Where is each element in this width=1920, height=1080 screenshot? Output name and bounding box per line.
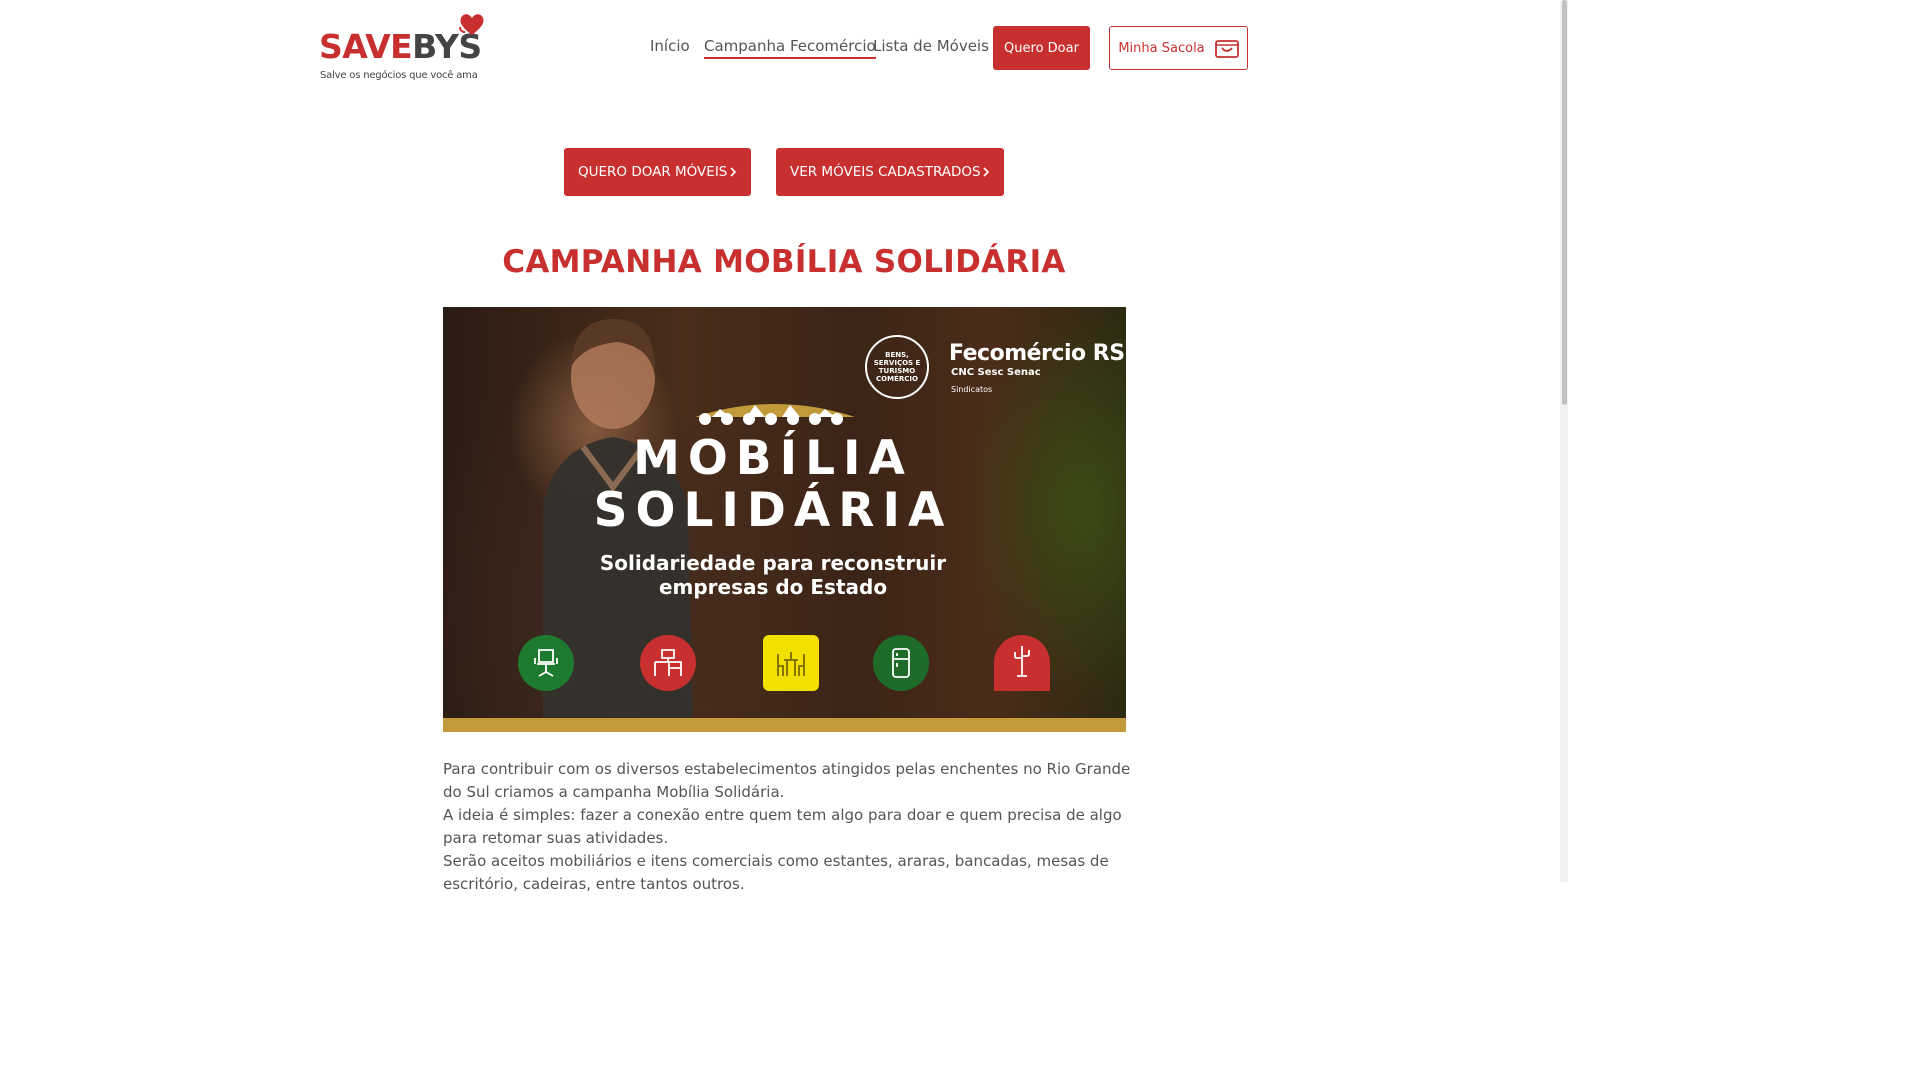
- description-paragraph-2: A ideia é simples: fazer a conexão entre…: [443, 806, 1122, 847]
- description-paragraph-3: Serão aceitos mobiliários e itens comerc…: [443, 852, 1109, 893]
- fecomercio-logo: Fecomércio RS: [949, 341, 1125, 366]
- minha-sacola-label: Minha Sacola: [1118, 40, 1205, 56]
- chevron-right-icon: [983, 167, 990, 177]
- refrigerator-icon: [873, 635, 929, 691]
- page-title: CAMPANHA MOBÍLIA SOLIDÁRIA: [502, 244, 1066, 280]
- nav-campanha-fecomercio[interactable]: Campanha Fecomércio: [704, 37, 876, 59]
- quero-doar-button[interactable]: Quero Doar: [993, 26, 1090, 70]
- desk-icon: [640, 635, 696, 691]
- coat-rack-icon: [994, 635, 1050, 691]
- logo-wordmark: SAVEBYS: [319, 27, 482, 66]
- dining-table-icon: [763, 635, 819, 691]
- chevron-right-icon: [730, 167, 737, 177]
- banner-headline-line2: SOLIDÁRIA: [593, 483, 953, 538]
- banner-footer-bar: [443, 718, 1126, 732]
- heart-icon: [459, 14, 484, 35]
- nav-lista-de-moveis[interactable]: Lista de Móveis: [873, 37, 989, 55]
- site-header: SAVEBYS Salve os negócios que você ama I…: [0, 0, 1568, 100]
- banner-headline-line1: MOBÍLIA: [633, 431, 913, 486]
- campaign-description: Para contribuir com os diversos estabele…: [443, 758, 1133, 896]
- ver-moveis-cadastrados-label: VER MÓVEIS CADASTRADOS: [790, 164, 981, 180]
- description-paragraph-1: Para contribuir com os diversos estabele…: [443, 760, 1131, 801]
- logo-tagline: Salve os negócios que você ama: [320, 70, 478, 81]
- shopping-bag-icon: [1214, 40, 1239, 58]
- nav-inicio[interactable]: Início: [650, 37, 690, 55]
- minha-sacola-button[interactable]: Minha Sacola: [1109, 26, 1248, 70]
- office-chair-icon: [518, 635, 574, 691]
- fecomercio-subtitle: CNC Sesc Senac: [951, 367, 1041, 378]
- campaign-banner: BENS, SERVIÇOS E TURISMO COMÉRCIO Fecomé…: [443, 307, 1126, 732]
- fecomercio-sindicatos: Sindicatos: [951, 385, 993, 394]
- savebys-logo[interactable]: SAVEBYS Salve os negócios que você ama: [319, 12, 489, 87]
- seal-badge: BENS, SERVIÇOS E TURISMO COMÉRCIO: [865, 335, 929, 399]
- ver-moveis-cadastrados-button[interactable]: VER MÓVEIS CADASTRADOS: [776, 148, 1004, 196]
- banner-subtitle: Solidariedade para reconstruir empresas …: [599, 551, 947, 599]
- quero-doar-moveis-label: QUERO DOAR MÓVEIS: [578, 164, 728, 180]
- scrollbar-thumb[interactable]: [1562, 0, 1567, 405]
- awning-icon: [695, 404, 855, 425]
- quero-doar-moveis-button[interactable]: QUERO DOAR MÓVEIS: [564, 148, 751, 196]
